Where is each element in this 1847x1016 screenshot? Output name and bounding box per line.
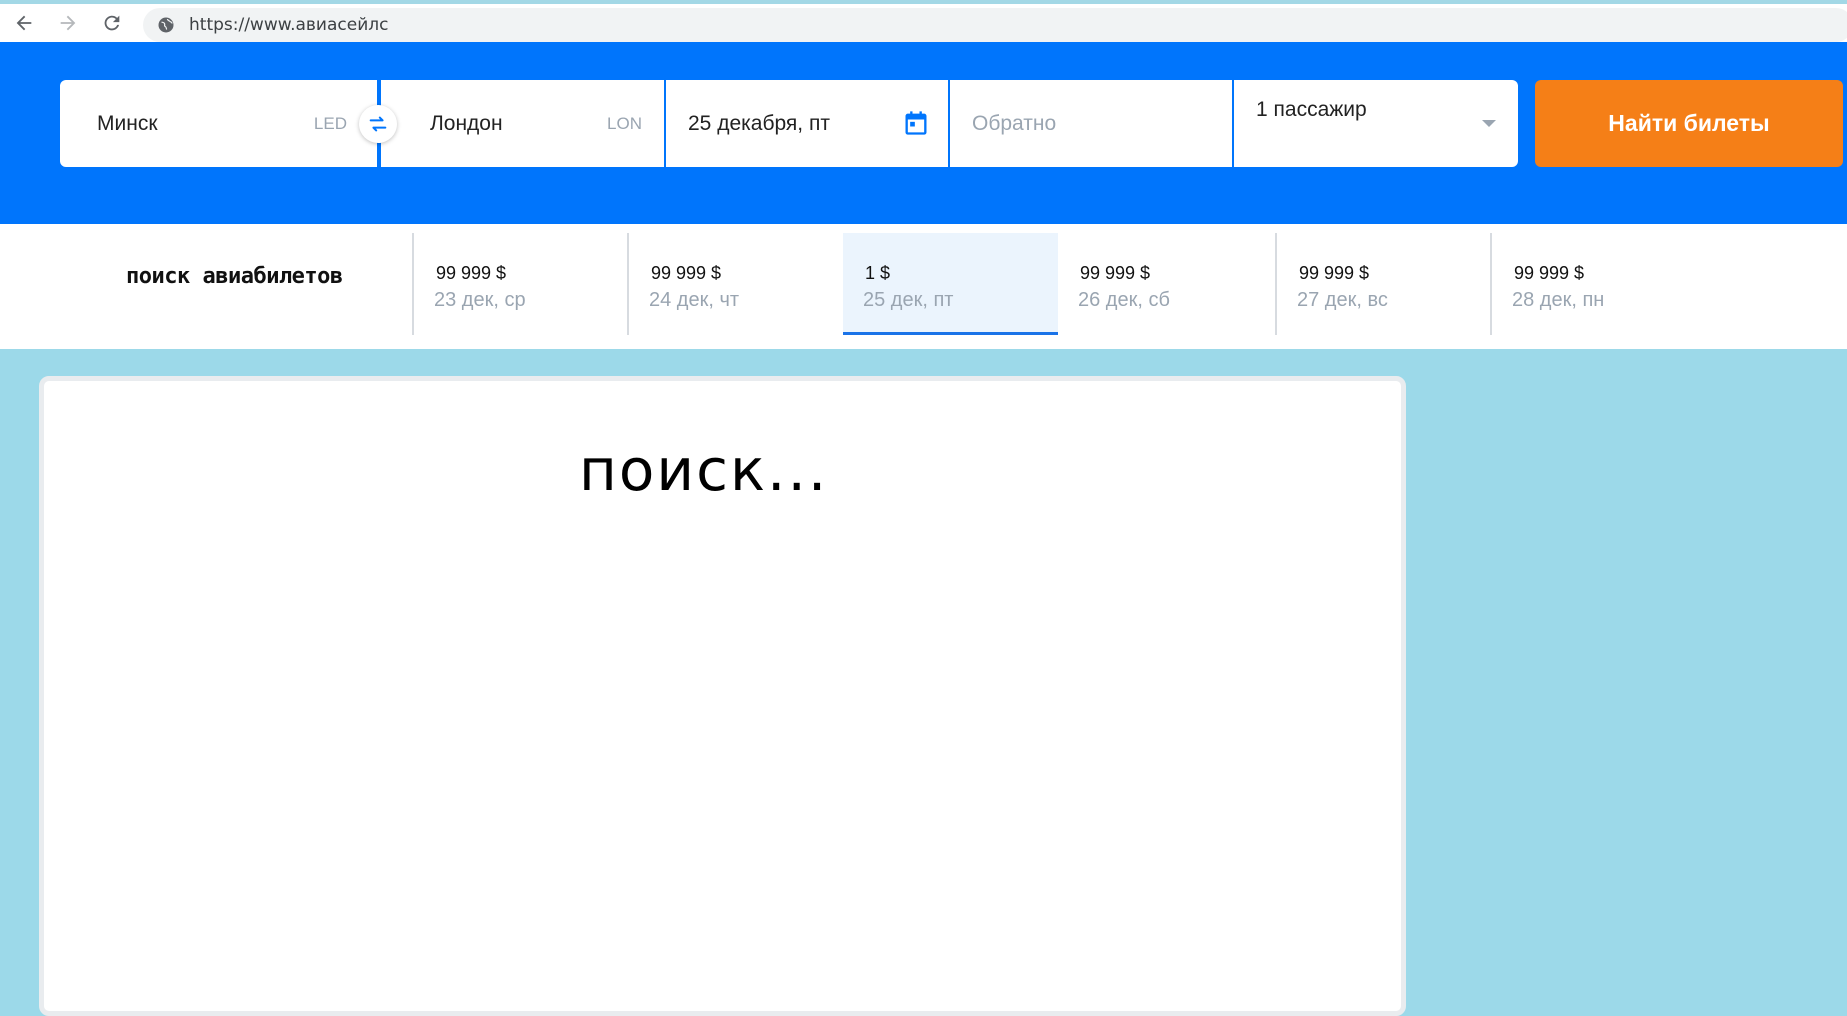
day-price: 99 999 $ (651, 263, 722, 283)
day-option[interactable]: 99 999 $ 24 дек, чт (627, 233, 842, 335)
url-text: https://www.авиасейлс (189, 15, 389, 35)
find-tickets-button[interactable]: Найти билеты (1535, 80, 1843, 167)
day-price: 99 999 $ (436, 263, 507, 283)
depart-date-field[interactable]: 25 декабря, пт (666, 80, 950, 167)
globe-icon (158, 17, 174, 33)
reload-button[interactable] (92, 6, 132, 40)
chevron-down-icon (1482, 120, 1496, 127)
day-date: 23 дек, ср (434, 289, 526, 311)
day-date: 26 дек, сб (1078, 289, 1170, 311)
origin-field[interactable]: Минск LED (60, 80, 379, 167)
day-date: 28 дек, пн (1512, 289, 1605, 311)
address-bar[interactable]: https://www.авиасейлс (143, 8, 1847, 42)
forward-button[interactable] (48, 6, 88, 40)
swap-button[interactable] (359, 105, 397, 143)
results-panel: поиск... (39, 376, 1406, 1016)
origin-city: Минск (97, 111, 158, 135)
day-price: 99 999 $ (1080, 263, 1151, 283)
return-date-field[interactable]: Обратно (950, 80, 1234, 167)
destination-field[interactable]: Лондон LON (381, 80, 666, 167)
day-date: 27 дек, вс (1297, 289, 1388, 311)
destination-iata: LON (607, 113, 642, 133)
origin-iata: LED (313, 113, 347, 133)
day-option[interactable]: 99 999 $ 27 дек, вс (1275, 233, 1490, 335)
browser-toolbar: https://www.авиасейлс (0, 0, 1847, 42)
arrow-left-icon (16, 15, 32, 31)
day-date: 25 дек, пт (863, 289, 954, 311)
day-option-selected[interactable]: 1 $ 25 дек, пт (843, 233, 1058, 335)
date-price-strip: поиск авиабилетов 99 999 $ 23 дек, ср 99… (0, 224, 1847, 349)
destination-city: Лондон (430, 111, 503, 135)
day-option[interactable]: 99 999 $ 26 дек, сб (1058, 233, 1273, 335)
search-form: Минск LED Лондон LON 25 декабря, пт Обра… (60, 80, 1518, 167)
day-option[interactable]: 99 999 $ 23 дек, ср (412, 233, 627, 335)
return-placeholder: Обратно (972, 111, 1057, 135)
arrow-right-icon (60, 15, 76, 31)
searching-status: поиск... (579, 436, 829, 504)
reload-icon (104, 15, 120, 31)
day-date: 24 дек, чт (649, 289, 740, 311)
strip-title: поиск авиабилетов (126, 264, 343, 289)
search-header: Минск LED Лондон LON 25 декабря, пт Обра… (0, 42, 1847, 224)
day-option[interactable]: 99 999 $ 28 дек, пн (1490, 233, 1705, 335)
swap-arrows-icon (369, 116, 387, 132)
day-price: 99 999 $ (1299, 263, 1370, 283)
day-price: 99 999 $ (1514, 263, 1585, 283)
back-button[interactable] (4, 6, 44, 40)
calendar-icon[interactable] (902, 109, 930, 137)
passengers-value: 1 пассажир (1256, 98, 1367, 121)
passengers-select[interactable]: 1 пассажир (1234, 80, 1518, 167)
depart-date: 25 декабря, пт (688, 111, 830, 135)
day-price: 1 $ (865, 263, 891, 283)
